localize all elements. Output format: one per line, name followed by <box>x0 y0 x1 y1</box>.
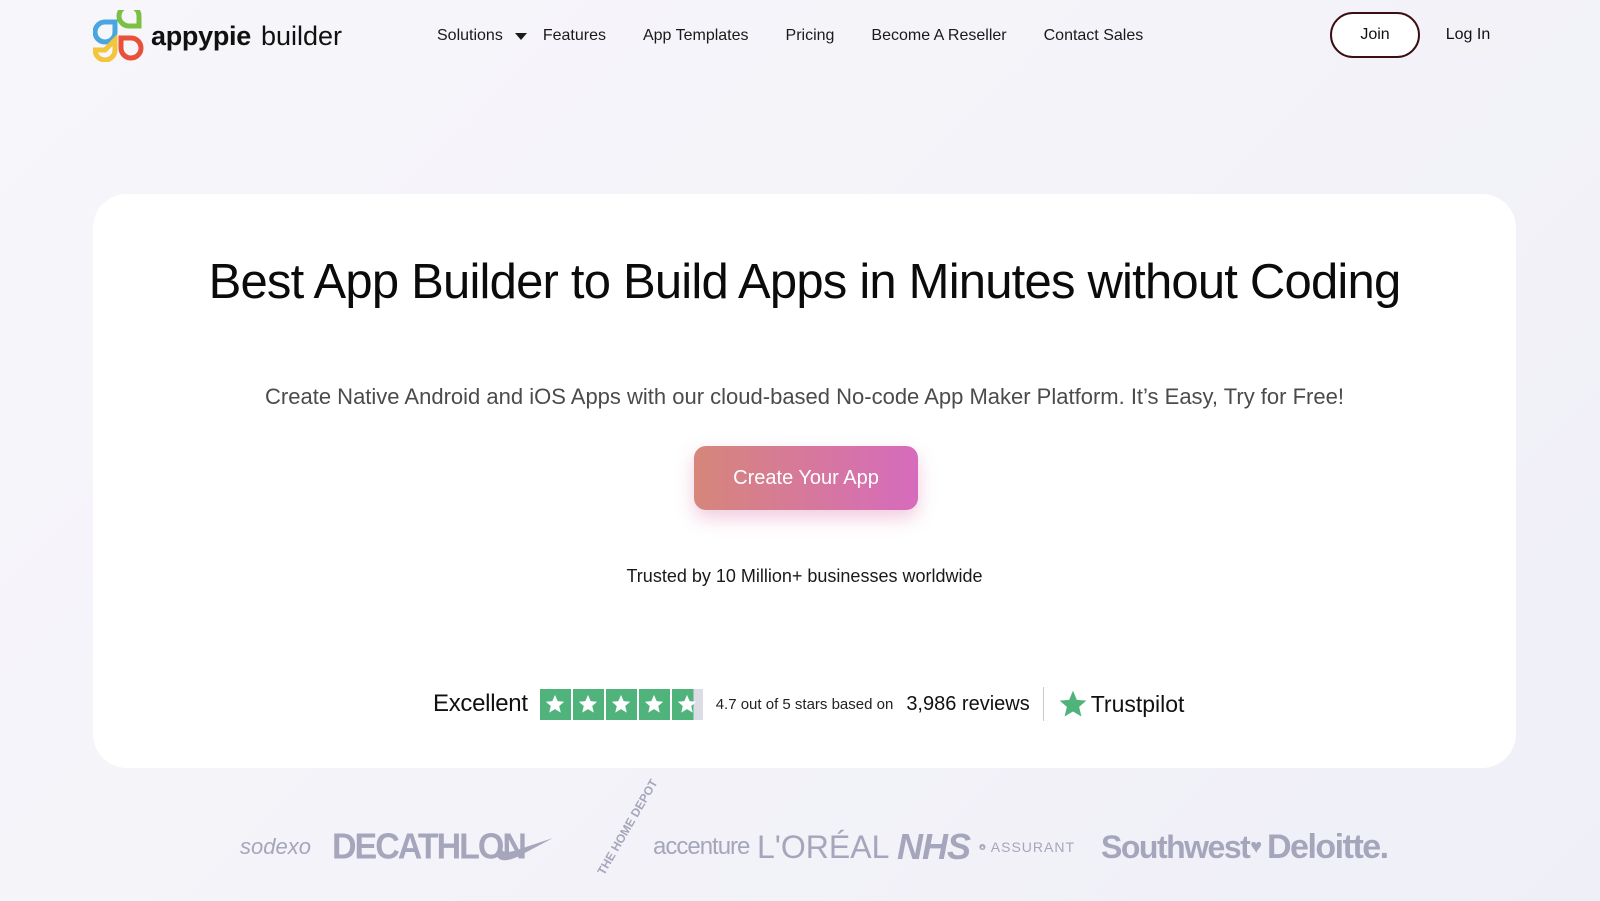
trustpilot-score: 4.7 out of 5 stars based on <box>715 695 894 713</box>
nav-item-pricing[interactable]: Pricing <box>786 27 835 45</box>
nav-item-solutions[interactable]: Solutions <box>437 27 527 45</box>
site-header: appypie builder Solutions Features App T… <box>0 0 1600 70</box>
nav-item-contact-sales[interactable]: Contact Sales <box>1044 27 1144 45</box>
star-icon <box>605 688 637 720</box>
star-icon <box>572 688 604 720</box>
nav-item-app-templates[interactable]: App Templates <box>643 27 749 45</box>
trustpilot-stars <box>539 688 703 720</box>
divider <box>1042 687 1044 721</box>
nav-item-label: Become A Reseller <box>871 27 1007 44</box>
decathlon-logo: DECATHLON <box>332 826 527 867</box>
heart-icon: ♥ <box>1250 835 1262 858</box>
trusted-by-text: Trusted by 10 Million+ businesses worldw… <box>626 566 983 586</box>
create-your-app-button[interactable]: Create Your App <box>694 446 918 510</box>
main-nav: Solutions Features App Templates Pricing… <box>437 22 1180 50</box>
star-icon <box>638 688 670 720</box>
deloitte-logo: Deloitte. <box>1267 827 1389 866</box>
sodexo-logo: sodexo <box>240 834 311 859</box>
trustpilot-widget[interactable]: Excellent 4.7 out of 5 stars based on 3,… <box>433 684 1184 724</box>
home-depot-logo: THE HOME DEPOT <box>594 776 661 878</box>
assurant-emblem-icon <box>979 843 986 851</box>
loreal-logo: L'ORÉAL <box>757 828 890 865</box>
nav-item-become-reseller[interactable]: Become A Reseller <box>871 27 1006 45</box>
logo-text: appypie <box>151 20 251 51</box>
nav-item-label: Features <box>542 27 606 44</box>
logo-suffix: builder <box>260 20 342 51</box>
trustpilot-star-icon <box>1059 690 1087 717</box>
nav-item-label: Contact Sales <box>1043 27 1144 44</box>
trustpilot-reviews[interactable]: 3,986 reviews <box>906 693 1029 716</box>
nav-item-features[interactable]: Features <box>543 27 606 45</box>
hero-subtitle: Create Native Android and iOS Apps with … <box>265 384 1344 409</box>
southwest-logo: Southwest ♥ <box>1101 828 1262 865</box>
trustpilot-rating-word: Excellent <box>433 690 528 717</box>
hero-card: Best App Builder to Build Apps in Minute… <box>93 194 1516 768</box>
client-logos: sodexo DECATHLON THE HOME DEPOT accentur… <box>240 776 1389 882</box>
nav-item-label: Pricing <box>785 27 835 44</box>
chevron-down-icon <box>514 32 527 40</box>
appypie-logo-mark-icon <box>93 10 144 62</box>
login-button[interactable]: Log In <box>1433 14 1503 56</box>
trustpilot-brand: Trustpilot <box>1090 690 1185 717</box>
assurant-logo: ASSURANT <box>979 837 1075 857</box>
nav-item-label: App Templates <box>642 27 749 44</box>
accenture-logo: accenture <box>653 833 750 860</box>
join-button[interactable]: Join <box>1330 12 1420 58</box>
trustpilot-logo[interactable]: Trustpilot <box>1057 688 1185 720</box>
appypie-logo[interactable]: appypie builder <box>93 10 342 62</box>
nav-item-label: Solutions <box>437 27 503 44</box>
nhs-logo: NHS <box>897 826 971 867</box>
partial-star-icon <box>671 688 703 720</box>
hero-title: Best App Builder to Build Apps in Minute… <box>208 255 1402 309</box>
star-icon <box>539 688 571 720</box>
